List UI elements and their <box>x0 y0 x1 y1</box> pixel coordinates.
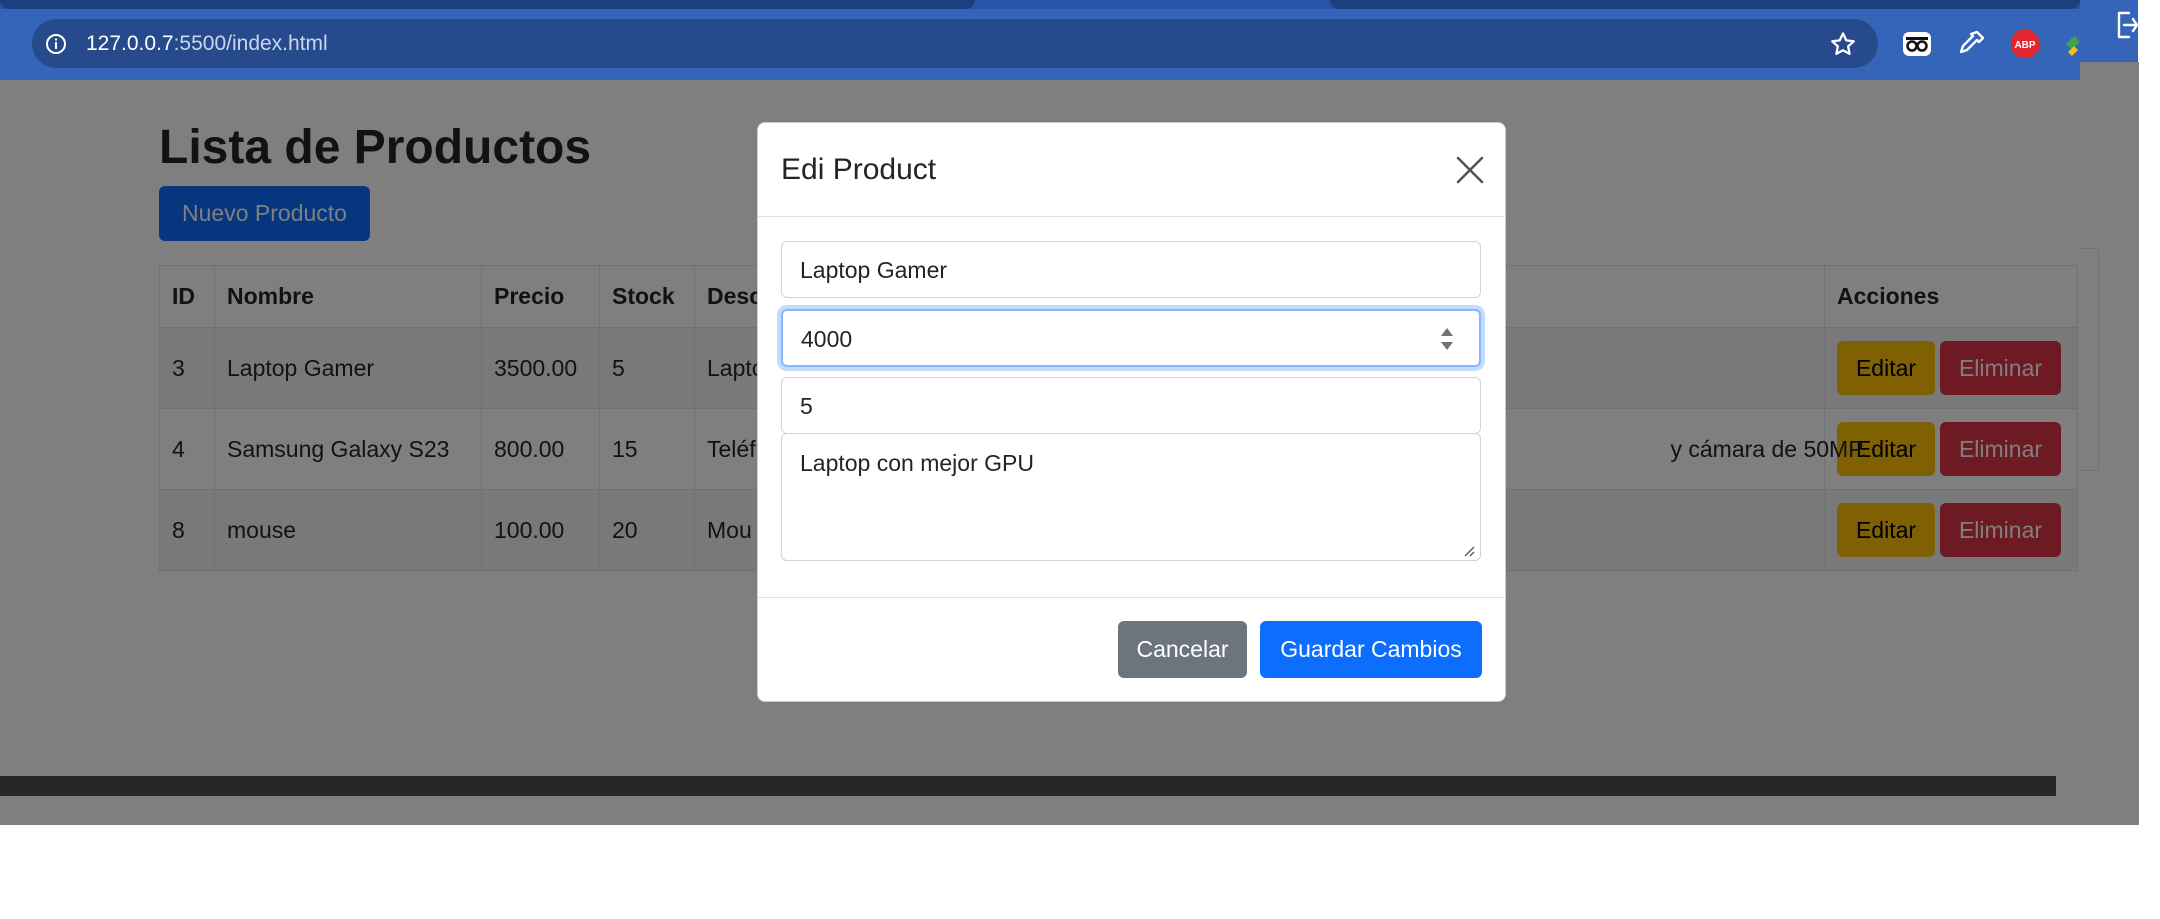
url-text[interactable]: 127.0.0.7:5500/index.html <box>86 30 328 58</box>
eyedropper-icon[interactable] <box>1955 28 1987 60</box>
side-panel-icon[interactable] <box>2115 9 2141 41</box>
browser-tab[interactable] <box>0 0 975 9</box>
site-info-icon[interactable] <box>44 32 68 56</box>
number-spinner-icon[interactable] <box>1438 322 1456 356</box>
resize-handle-icon[interactable] <box>1463 545 1475 557</box>
product-stock-input[interactable]: 5 <box>781 377 1481 434</box>
bookmark-star-icon[interactable] <box>1828 29 1858 59</box>
url-host: 127.0.0.7 <box>86 32 174 55</box>
svg-text:ABP: ABP <box>2014 40 2035 51</box>
product-name-input[interactable]: Laptop Gamer <box>781 241 1481 298</box>
url-path: :5500/index.html <box>173 32 328 55</box>
cancel-button[interactable]: Cancelar <box>1118 621 1247 678</box>
modal-header: Edi Product <box>758 123 1505 217</box>
adblock-plus-icon[interactable]: ABP <box>2009 28 2041 60</box>
modal-title: Edi Product <box>781 153 937 186</box>
close-icon[interactable] <box>1453 153 1487 187</box>
tab-strip <box>0 0 2080 9</box>
product-description-textarea[interactable]: Laptop con mejor GPU <box>781 433 1481 561</box>
incognito-glasses-icon[interactable] <box>1901 28 1933 60</box>
modal-backdrop-edge <box>2080 62 2139 80</box>
edit-product-modal: Edi Product Laptop Gamer 4000 5 Laptop c… <box>757 122 1506 702</box>
product-price-input[interactable]: 4000 <box>781 309 1481 367</box>
browser-tab[interactable] <box>1330 0 2080 9</box>
save-changes-button[interactable]: Guardar Cambios <box>1260 621 1482 678</box>
browser-toolbar: 127.0.0.7:5500/index.html ABP <box>0 0 2080 80</box>
